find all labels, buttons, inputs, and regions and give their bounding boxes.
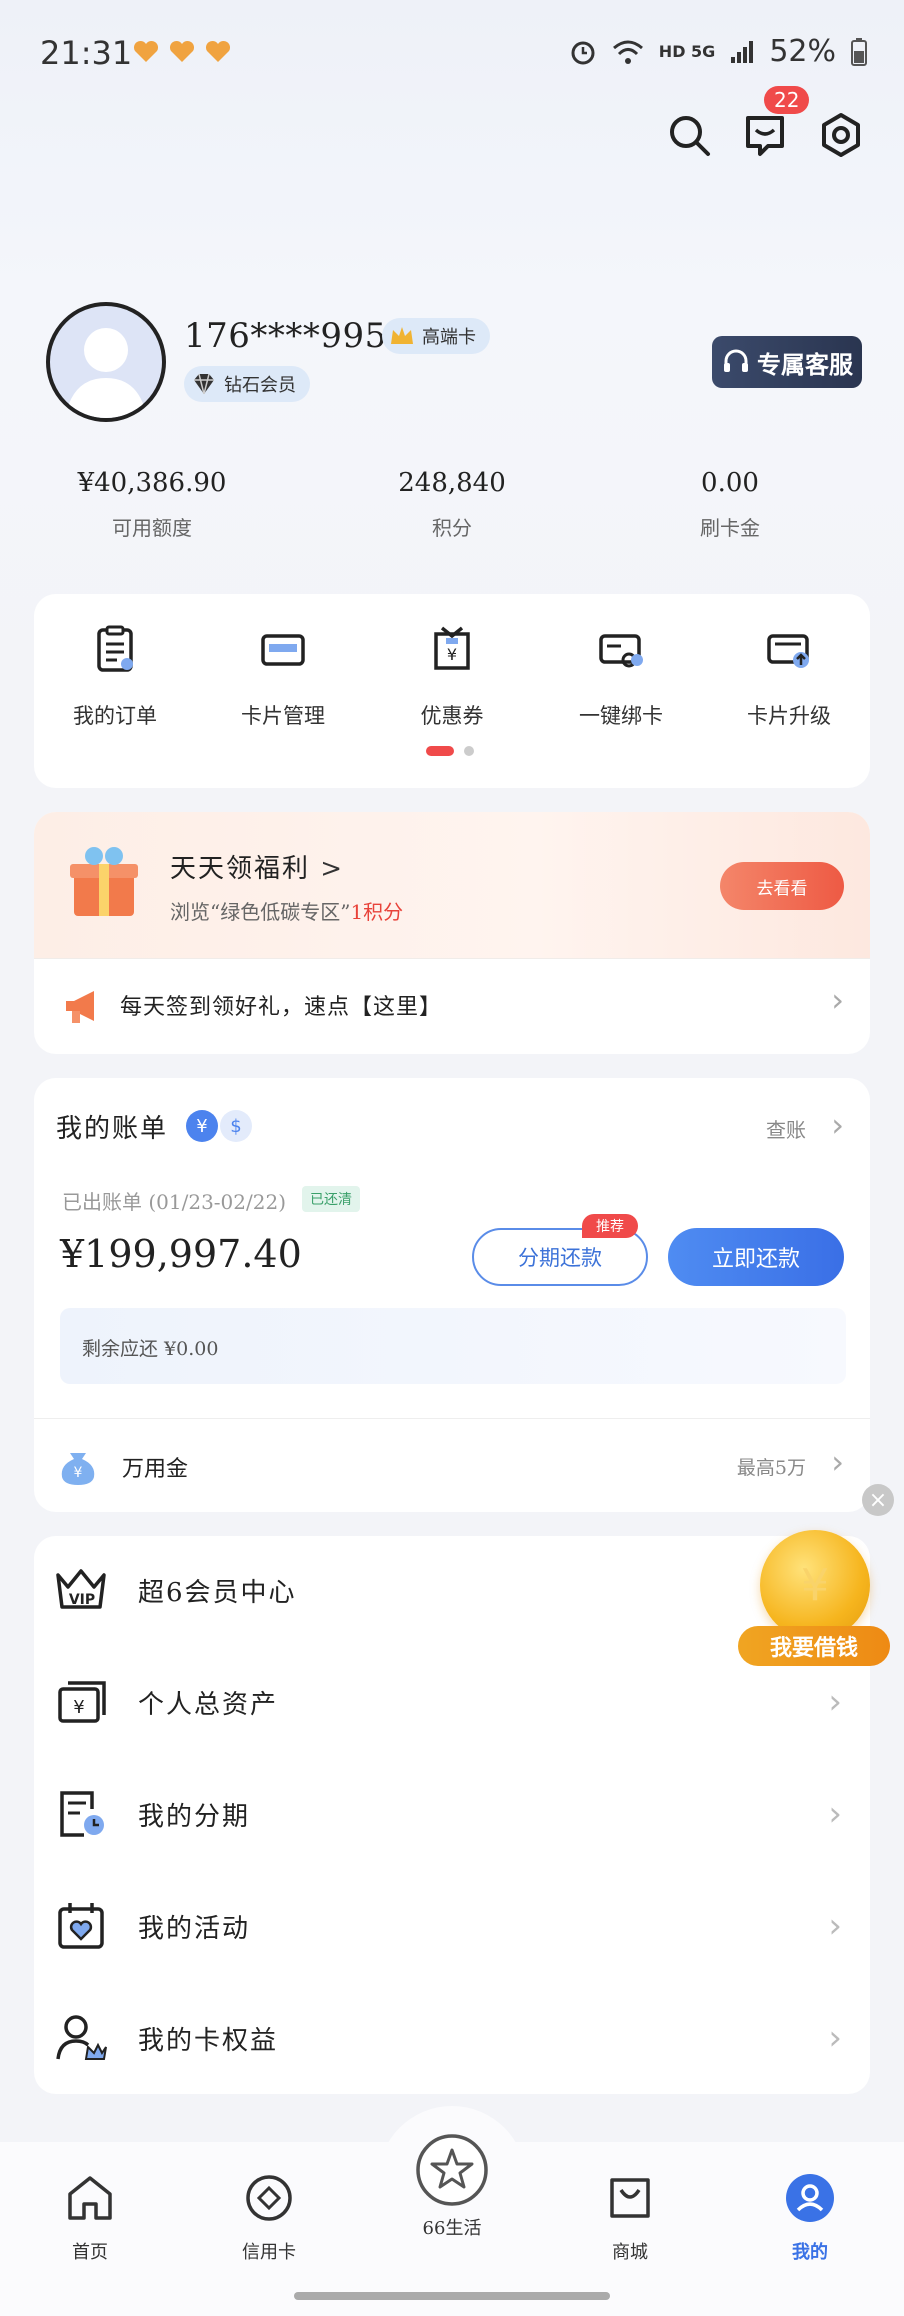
svg-text:VIP: VIP <box>69 1592 95 1608</box>
chevron-right-icon: › <box>831 1106 844 1144</box>
view-bill-link[interactable]: 查账 <box>766 1114 806 1143</box>
welfare-go-button[interactable]: 去看看 <box>720 862 844 910</box>
bill-title: 我的账单 <box>56 1114 169 1144</box>
credit-card-icon <box>246 2175 292 2221</box>
shortcuts-card: 我的订单 卡片管理 ¥ 优惠券 一键绑卡 卡片升级 <box>34 594 870 788</box>
stat-credit-limit[interactable]: ¥40,386.90 可用额度 <box>22 468 282 541</box>
member-level-badge: 钻石会员 <box>184 366 310 402</box>
page-indicator-active <box>426 746 454 756</box>
chevron-right-icon: › <box>828 1906 842 1946</box>
customer-service-button[interactable]: 专属客服 <box>712 336 862 388</box>
chevron-right-icon: › <box>828 1682 842 1722</box>
bill-period: 已出账单 (01/23-02/22) <box>62 1190 286 1214</box>
nav-home[interactable]: 首页 <box>30 2172 150 2264</box>
message-button[interactable]: 22 <box>742 86 810 158</box>
menu-card-rights[interactable]: 我的卡权益 › <box>34 1982 870 2094</box>
chevron-right-icon: › <box>831 1443 844 1481</box>
shopping-bag-icon <box>610 2178 650 2218</box>
bill-amount: ¥199,997.40 <box>60 1232 302 1276</box>
assets-icon: ¥ <box>58 1681 106 1723</box>
installment-icon <box>60 1791 104 1837</box>
gift-box-icon <box>70 847 138 916</box>
vip-crown-icon: VIP <box>56 1569 106 1609</box>
shortcut-bind-card[interactable]: 一键绑卡 <box>546 624 696 730</box>
nav-mall[interactable]: 商城 <box>570 2172 690 2264</box>
close-promo-button[interactable]: × <box>862 1484 894 1516</box>
diamond-icon <box>194 373 214 395</box>
headset-icon <box>724 349 748 372</box>
avatar-silhouette-icon <box>65 328 147 418</box>
repay-now-button[interactable]: 立即还款 <box>668 1228 844 1286</box>
search-icon[interactable] <box>666 112 712 158</box>
avatar[interactable] <box>46 302 166 422</box>
welfare-card: 天天领福利 > 浏览“绿色低碳专区”1积分 去看看 每天签到领好礼，速点【这里】… <box>34 812 870 1054</box>
battery-icon <box>851 37 867 66</box>
star-icon <box>416 2134 488 2206</box>
wifi-icon <box>612 40 643 64</box>
status-right: HD 5G 52% <box>569 34 868 69</box>
message-count-badge: 22 <box>764 86 810 114</box>
chevron-right-icon: › <box>828 1794 842 1834</box>
card-manage-icon <box>261 634 305 666</box>
card-upgrade-icon <box>767 634 809 668</box>
phone-number: 176****9956 <box>184 316 409 356</box>
heart-icon <box>133 40 159 62</box>
crown-icon <box>391 327 413 344</box>
svg-text:¥: ¥ <box>74 1465 83 1481</box>
svg-text:¥: ¥ <box>447 645 457 664</box>
settings-icon[interactable] <box>818 112 864 158</box>
heart-icon <box>205 40 231 62</box>
welfare-title[interactable]: 天天领福利 > <box>170 848 344 885</box>
card-rights-icon <box>56 2015 107 2060</box>
page-indicator <box>464 746 474 756</box>
remaining-due-box: 剩余应还 ¥0.00 <box>60 1308 846 1384</box>
message-icon <box>746 116 784 156</box>
money-bag-icon: ¥ <box>61 1453 95 1485</box>
shortcut-card-management[interactable]: 卡片管理 <box>208 624 358 730</box>
coupon-icon: ¥ <box>434 626 470 670</box>
signal-icon <box>731 40 754 63</box>
activity-calendar-icon <box>58 1903 104 1949</box>
bind-card-icon <box>599 634 643 668</box>
shortcut-card-upgrade[interactable]: 卡片升级 <box>714 624 864 730</box>
currency-usd-tab[interactable]: $ <box>220 1110 252 1142</box>
network-label: HD 5G <box>658 42 716 61</box>
bill-card: 我的账单 ¥ $ 查账 › 已出账单 (01/23-02/22) 已还清 ¥19… <box>34 1078 870 1512</box>
checkin-row[interactable]: 每天签到领好礼，速点【这里】 › <box>34 959 870 1054</box>
close-icon: × <box>868 1487 888 1513</box>
heart-icon <box>169 40 195 62</box>
user-icon <box>786 2174 834 2222</box>
wanyongjin-row[interactable]: ¥ 万用金 最高5万 › <box>34 1419 870 1512</box>
stat-points[interactable]: 248,840 积分 <box>322 468 582 541</box>
home-icon <box>68 2176 112 2220</box>
loan-promo-float[interactable]: ¥ 我要借钱 <box>738 1530 890 1670</box>
card-level-badge: 高端卡 <box>382 318 490 354</box>
nav-mine[interactable]: 我的 <box>750 2172 870 2264</box>
currency-cny-tab[interactable]: ¥ <box>186 1110 218 1142</box>
megaphone-icon <box>66 991 94 1023</box>
welfare-subtitle: 浏览“绿色低碳专区”1积分 <box>170 900 404 924</box>
menu-my-installments[interactable]: 我的分期 › <box>34 1758 870 1870</box>
chevron-right-icon: › <box>831 981 844 1019</box>
menu-my-activities[interactable]: 我的活动 › <box>34 1870 870 1982</box>
alarm-icon <box>571 41 595 64</box>
order-icon <box>97 625 133 672</box>
recommend-tag: 推荐 <box>582 1214 638 1238</box>
nav-credit-card[interactable]: 信用卡 <box>209 2172 329 2264</box>
battery-percent: 52% <box>769 34 836 69</box>
notification-icons <box>132 40 232 64</box>
nav-66-life[interactable]: 66生活 <box>392 2132 512 2240</box>
shortcut-coupons[interactable]: ¥ 优惠券 <box>377 624 527 730</box>
home-indicator <box>294 2292 610 2300</box>
stat-card-bonus[interactable]: 0.00 刷卡金 <box>600 468 860 541</box>
chevron-right-icon: › <box>828 2018 842 2058</box>
bill-status-badge: 已还清 <box>302 1186 360 1212</box>
status-time: 21:31 <box>40 34 133 72</box>
svg-text:¥: ¥ <box>73 1697 84 1718</box>
coin-icon: ¥ <box>760 1530 870 1640</box>
bottom-nav: 首页 信用卡 66生活 商城 我的 <box>0 2106 904 2316</box>
shortcut-my-orders[interactable]: 我的订单 <box>40 624 190 730</box>
